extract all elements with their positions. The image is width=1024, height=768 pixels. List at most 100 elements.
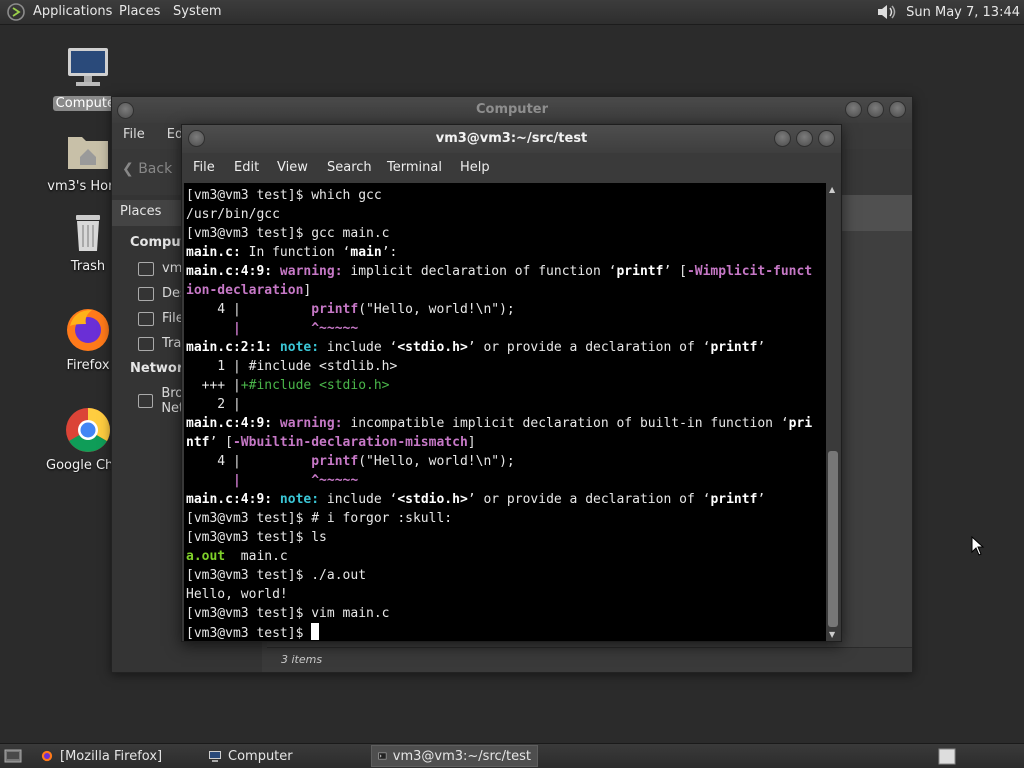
minimize-button[interactable] (774, 130, 791, 147)
diag-fn: ntf (186, 435, 210, 450)
terminal-titlebar[interactable]: vm3@vm3:~/src/test (182, 125, 841, 153)
terminal-icon (378, 752, 387, 760)
home-icon (138, 261, 154, 276)
terminal-scrollbar[interactable]: ▲ ▼ (826, 183, 840, 641)
bottom-panel: [Mozilla Firefox] Computer vm3@vm3:~/src… (0, 743, 1024, 768)
diag-fn: printf (616, 264, 664, 279)
warning-label: warning: (279, 264, 343, 279)
top-panel: Applications Places System Sun May 7, 13… (0, 0, 1024, 25)
menu-view[interactable]: View (277, 160, 308, 175)
file-name: main.c (225, 549, 288, 564)
close-button[interactable] (889, 101, 906, 118)
diag-text: incompatible implicit declaration of bui… (342, 416, 781, 431)
menu-search[interactable]: Search (327, 160, 372, 175)
task-label: Computer (228, 748, 293, 764)
diag-file: main.c: (186, 245, 241, 260)
task-label: vm3@vm3:~/src/test (392, 748, 531, 764)
diag-text: include (319, 340, 390, 355)
scroll-up-arrow-icon[interactable]: ▲ (829, 185, 835, 194)
prompt: [vm3@vm3 test]$ (186, 568, 312, 583)
prompt: [vm3@vm3 test]$ (186, 226, 312, 241)
trash-icon (138, 336, 154, 351)
menu-help[interactable]: Help (460, 160, 490, 175)
system-menu[interactable]: System (173, 4, 221, 19)
diag-location: main.c:4:9: (186, 264, 273, 279)
diag-fn: main (350, 245, 382, 260)
source-fn: printf (311, 302, 359, 317)
maximize-button[interactable] (796, 130, 813, 147)
clock[interactable]: Sun May 7, 13:44 (906, 5, 1020, 20)
command: vim main.c (311, 606, 390, 621)
file-manager-statusbar: 3 items (267, 647, 912, 672)
diag-text: or provide a declaration of (475, 340, 703, 355)
diag-fn: printf (710, 492, 758, 507)
source-line: 1 | #include <stdlib.h> (186, 359, 398, 374)
fixit-insertion: +#include <stdio.h> (240, 378, 390, 393)
show-desktop-icon[interactable] (4, 748, 22, 764)
diag-text: In function (240, 245, 343, 260)
source-fn: printf (311, 454, 359, 469)
taskbar-item-terminal[interactable]: vm3@vm3:~/src/test (371, 745, 538, 767)
diag-header: <stdio.h> (397, 340, 468, 355)
volume-icon[interactable] (876, 3, 898, 21)
desktop-icon-label: Trash (70, 259, 106, 274)
menu-edit[interactable]: Edit (234, 160, 259, 175)
prompt: [vm3@vm3 test]$ (186, 188, 312, 203)
diag-location: main.c:4:9: (186, 416, 273, 431)
terminal-title: vm3@vm3:~/src/test (435, 131, 588, 146)
fm-menu-file[interactable]: File (123, 127, 145, 142)
caret-line: | ^~~~~~ (186, 321, 359, 336)
source-line-number: 4 | (186, 302, 249, 317)
taskbar-item-firefox[interactable]: [Mozilla Firefox] (34, 745, 196, 767)
prompt: [vm3@vm3 test]$ (186, 530, 312, 545)
source-line-number: 4 | (186, 454, 249, 469)
warning-flag: -Wbuiltin-declaration-mismatch (232, 435, 468, 450)
computer-icon (68, 48, 108, 86)
diag-text: implicit declaration of function (342, 264, 609, 279)
file-manager-titlebar[interactable]: Computer (112, 97, 912, 123)
close-button[interactable] (818, 130, 835, 147)
diag-location: main.c:4:9: (186, 492, 273, 507)
back-arrow-icon: ❮ (122, 161, 134, 177)
command: gcc main.c (311, 226, 390, 241)
firefox-icon (41, 750, 53, 762)
minimize-button[interactable] (845, 101, 862, 118)
caret-line: | ^~~~~~ (186, 473, 359, 488)
diag-fn: pri (788, 416, 813, 431)
chrome-icon (66, 408, 110, 452)
source-line: 2 | (186, 397, 241, 412)
desktop-icon-label: Firefox (66, 358, 110, 373)
warning-flag: -Wimplicit-funct (686, 264, 813, 279)
mouse-pointer-icon (971, 536, 985, 556)
command: ls (311, 530, 327, 545)
terminal-output[interactable]: [vm3@vm3 test]$ which gcc /usr/bin/gcc [… (184, 183, 826, 641)
prompt: [vm3@vm3 test]$ (186, 606, 312, 621)
status-text: 3 items (281, 653, 323, 666)
maximize-button[interactable] (867, 101, 884, 118)
scrollbar-thumb[interactable] (828, 451, 838, 627)
taskbar-item-computer[interactable]: Computer (202, 745, 366, 767)
output-line: /usr/bin/gcc (186, 207, 280, 222)
back-button[interactable]: ❮ Back (122, 161, 172, 177)
terminal-menubar: File Edit View Search Terminal Help (182, 153, 841, 183)
prompt: [vm3@vm3 test]$ (186, 511, 312, 526)
places-menu[interactable]: Places (119, 4, 160, 19)
network-icon (138, 394, 154, 408)
applications-menu[interactable]: Applications (33, 4, 112, 19)
output-line: Hello, world! (186, 587, 288, 602)
diag-text: include (319, 492, 390, 507)
workspace-switcher-icon[interactable] (938, 748, 956, 765)
drive-icon (138, 311, 154, 326)
terminal-window[interactable]: vm3@vm3:~/src/test File Edit View Search… (181, 124, 842, 642)
distro-logo-icon[interactable] (7, 3, 25, 21)
menu-terminal[interactable]: Terminal (387, 160, 442, 175)
trash-icon (76, 215, 100, 251)
source-rest: ("Hello, world!\n"); (358, 454, 515, 469)
sidebar-header[interactable]: Places (120, 204, 161, 219)
text-cursor (311, 623, 320, 640)
menu-file[interactable]: File (193, 160, 215, 175)
desktop-icon (138, 286, 154, 301)
scroll-down-arrow-icon[interactable]: ▼ (829, 630, 835, 639)
diag-fn: printf (710, 340, 758, 355)
computer-icon (209, 751, 221, 762)
